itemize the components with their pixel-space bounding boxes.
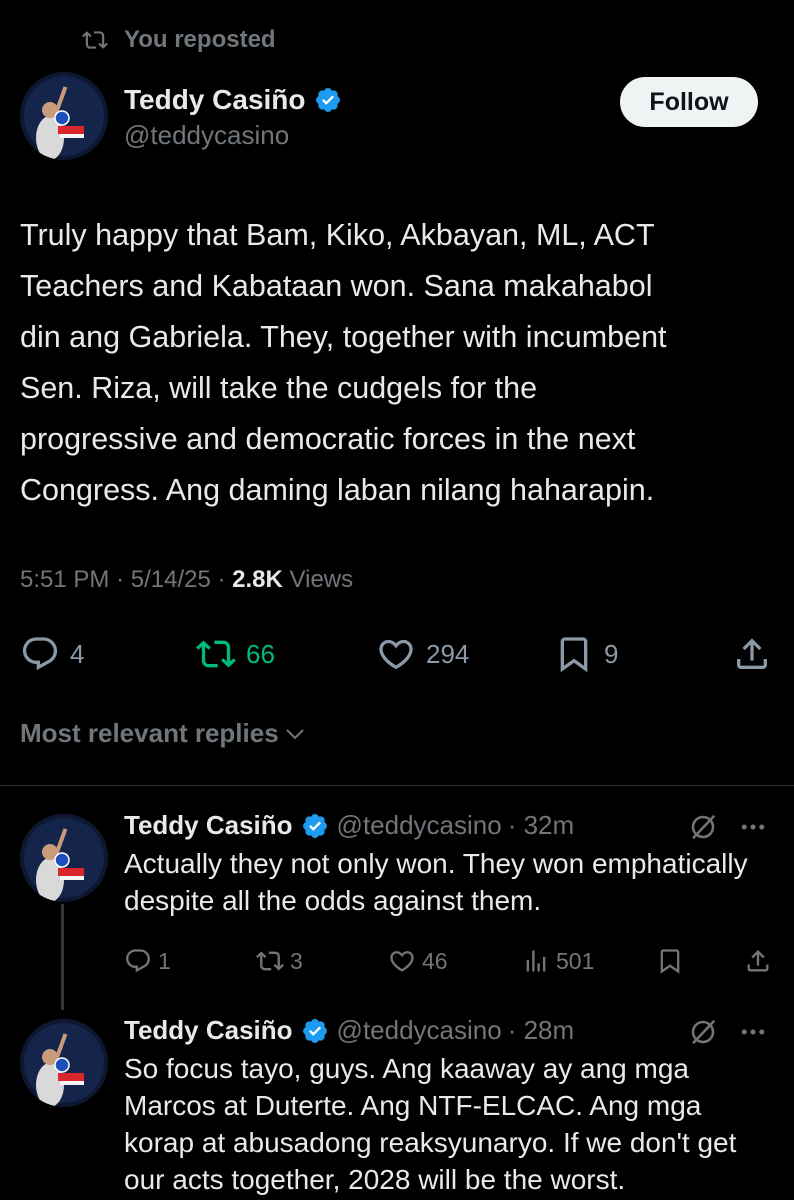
tweet-time[interactable]: 5:51 PM — [20, 566, 109, 593]
tweet-date[interactable]: 5/14/25 — [131, 566, 211, 593]
reply-action-bar: 1 3 46 501 — [124, 943, 774, 979]
share-icon — [737, 638, 767, 669]
like-button[interactable]: 294 — [376, 630, 469, 678]
author-name[interactable]: Teddy Casiño — [124, 84, 306, 116]
bookmark-icon — [560, 637, 588, 673]
reply-like-count: 46 — [422, 947, 448, 974]
grok-icon[interactable] — [688, 1017, 718, 1047]
heart-icon — [390, 951, 414, 972]
reply-author-handle[interactable]: @teddycasino — [337, 810, 502, 841]
repost-active-icon — [196, 640, 236, 668]
reply-author-name[interactable]: Teddy Casiño — [124, 810, 293, 841]
reply-item[interactable]: Teddy Casiño @teddycasino · 32m Actually… — [124, 810, 774, 979]
tweet-text: Truly happy that Bam, Kiko, Akbayan, ML,… — [20, 218, 667, 507]
reply-item[interactable]: Teddy Casiño @teddycasino · 28m So focus… — [124, 1015, 774, 1198]
heart-icon — [379, 639, 413, 670]
views-count: 2.8K — [232, 566, 283, 593]
divider — [0, 785, 794, 786]
tweet-action-bar: 4 66 294 9 — [20, 630, 774, 678]
reply-icon — [126, 949, 150, 973]
reply-text: Actually they not only won. They won emp… — [124, 848, 748, 916]
repost-icon — [256, 951, 284, 971]
reply-reply-button[interactable]: 1 — [124, 943, 171, 979]
author-name-row[interactable]: Teddy Casiño — [124, 84, 342, 116]
repost-icon — [82, 31, 108, 49]
reply-avatar[interactable] — [20, 814, 108, 902]
chevron-down-icon — [285, 728, 304, 739]
author-block: Teddy Casiño @teddycasino — [124, 84, 342, 151]
like-count: 294 — [426, 638, 470, 669]
reply-header: Teddy Casiño @teddycasino · 32m — [124, 810, 774, 841]
repost-button[interactable]: 66 — [196, 630, 275, 678]
views-label: Views — [289, 566, 354, 593]
reply-bookmark-button[interactable] — [656, 943, 690, 979]
analytics-icon — [526, 950, 546, 972]
reply-count: 4 — [70, 638, 85, 669]
author-avatar[interactable] — [20, 72, 108, 160]
reply-time[interactable]: · 32m — [508, 810, 574, 841]
more-options-icon[interactable] — [738, 1017, 768, 1047]
repost-label: You reposted — [124, 26, 276, 53]
replies-sort-dropdown[interactable]: Most relevant replies — [20, 718, 307, 749]
repost-indicator: You reposted — [82, 26, 276, 54]
reply-repost-button[interactable]: 3 — [256, 943, 303, 979]
reply-text: So focus tayo, guys. Ang kaaway ay ang m… — [124, 1053, 737, 1195]
share-button[interactable] — [732, 630, 782, 678]
reply-header: Teddy Casiño @teddycasino · 28m — [124, 1015, 774, 1046]
grok-icon[interactable] — [688, 812, 718, 842]
thread-connector-line — [61, 904, 64, 1010]
reply-author-handle[interactable]: @teddycasino — [337, 1015, 502, 1046]
share-icon — [747, 950, 769, 972]
reply-repost-count: 3 — [290, 947, 303, 974]
verified-badge-icon — [302, 1018, 327, 1043]
tweet-meta: 5:51 PM · 5/14/25 · 2.8K Views — [20, 566, 354, 593]
replies-sort-label: Most relevant replies — [20, 718, 279, 748]
reply-avatar[interactable] — [20, 1019, 108, 1107]
reply-views-button[interactable]: 501 — [522, 943, 594, 979]
reply-button[interactable]: 4 — [20, 630, 84, 678]
reply-time[interactable]: · 28m — [508, 1015, 574, 1046]
follow-button[interactable]: Follow — [620, 77, 758, 127]
verified-badge-icon — [315, 88, 340, 112]
bookmark-button[interactable]: 9 — [554, 630, 618, 678]
author-handle[interactable]: @teddycasino — [124, 120, 342, 151]
reply-icon — [22, 637, 58, 671]
reply-author-name[interactable]: Teddy Casiño — [124, 1015, 293, 1046]
bookmark-count: 9 — [604, 638, 619, 669]
verified-badge-icon — [302, 813, 327, 838]
bookmark-icon — [660, 949, 680, 974]
reply-like-button[interactable]: 46 — [388, 943, 448, 979]
reply-share-button[interactable] — [744, 943, 778, 979]
more-options-icon[interactable] — [738, 812, 768, 842]
tweet-detail-page: You reposted Teddy Casiño @teddycasino F… — [0, 0, 794, 1200]
reply-views-count: 501 — [556, 947, 595, 974]
reply-reply-count: 1 — [158, 947, 171, 974]
repost-count: 66 — [246, 638, 275, 669]
